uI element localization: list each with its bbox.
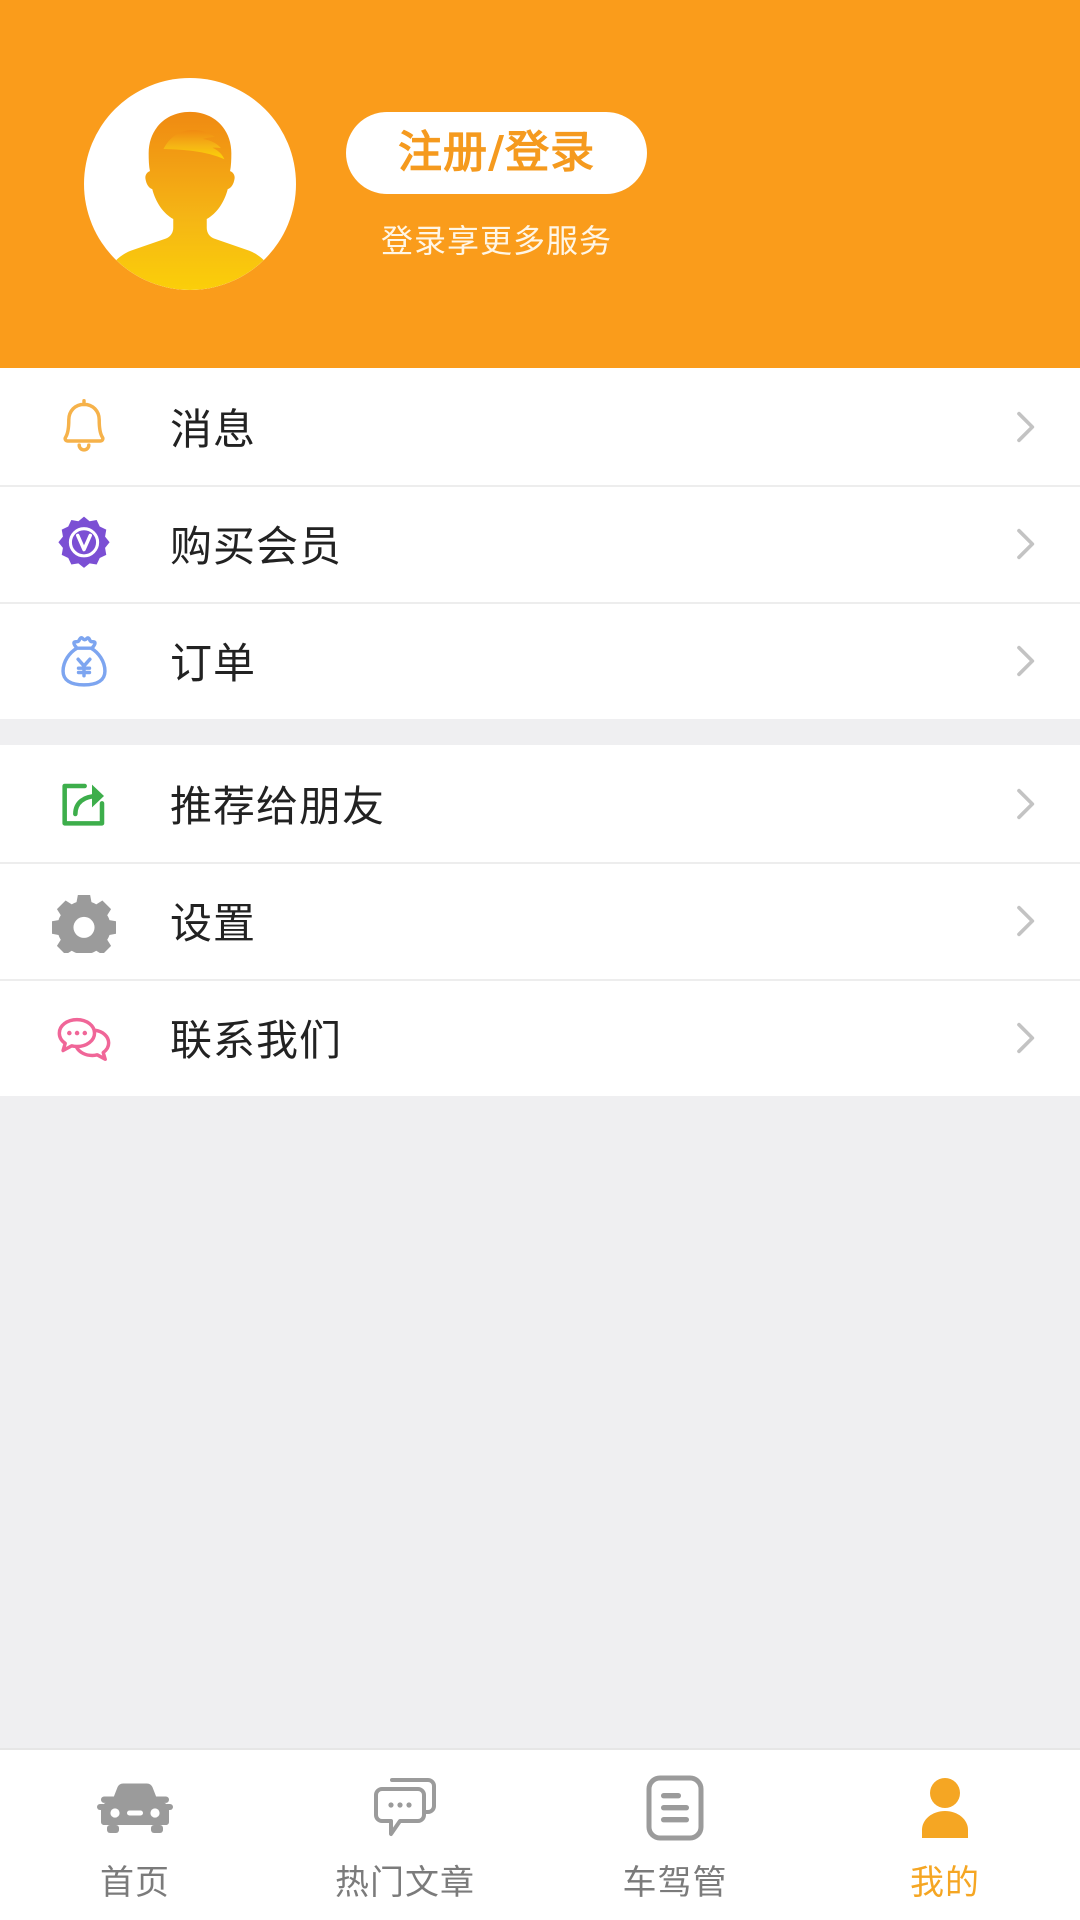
user-avatar-placeholder-icon bbox=[104, 111, 276, 290]
menu-item-contact-us[interactable]: 联系我们 bbox=[0, 979, 1080, 1096]
profile-screen: 注册/登录 登录享更多服务 消息 购买会员 订单 推荐给朋友 设置 联系我们 首… bbox=[0, 0, 1080, 1920]
tab-home[interactable]: 首页 bbox=[0, 1750, 270, 1920]
money-bag-icon bbox=[52, 629, 116, 693]
vip-badge-icon bbox=[52, 512, 116, 576]
gear-icon bbox=[52, 889, 116, 953]
car-icon bbox=[97, 1773, 173, 1843]
profile-header: 注册/登录 登录享更多服务 bbox=[0, 0, 1080, 368]
tab-hot-articles[interactable]: 热门文章 bbox=[270, 1750, 540, 1920]
menu-item-buy-membership[interactable]: 购买会员 bbox=[0, 485, 1080, 602]
chevron-right-icon bbox=[1004, 1018, 1044, 1058]
menu-item-label: 购买会员 bbox=[170, 522, 343, 571]
menu-item-label: 设置 bbox=[170, 899, 257, 948]
menu-item-label: 联系我们 bbox=[170, 1016, 343, 1065]
menu-item-label: 推荐给朋友 bbox=[170, 782, 386, 831]
menu-item-label: 订单 bbox=[170, 639, 257, 688]
tab-vehicle-admin[interactable]: 车驾管 bbox=[540, 1750, 810, 1920]
menu-group-divider bbox=[0, 719, 1080, 745]
chevron-right-icon bbox=[1004, 901, 1044, 941]
share-icon bbox=[52, 772, 116, 836]
register-login-button[interactable]: 注册/登录 bbox=[346, 111, 648, 195]
content-filler bbox=[0, 1096, 1080, 1748]
tab-label: 首页 bbox=[100, 1862, 170, 1903]
person-icon bbox=[915, 1773, 975, 1843]
tab-label: 车驾管 bbox=[622, 1862, 728, 1903]
menu-item-messages[interactable]: 消息 bbox=[0, 368, 1080, 485]
chat-bubbles-icon bbox=[52, 1006, 116, 1070]
bottom-tab-bar: 首页 热门文章 车驾管 我的 bbox=[0, 1748, 1080, 1920]
menu-group-account: 消息 购买会员 订单 bbox=[0, 368, 1080, 719]
header-login-area: 注册/登录 登录享更多服务 bbox=[346, 111, 648, 263]
bell-icon bbox=[52, 395, 116, 459]
tab-label: 热门文章 bbox=[335, 1862, 475, 1903]
document-icon bbox=[645, 1773, 705, 1843]
chevron-right-icon bbox=[1004, 641, 1044, 681]
chevron-right-icon bbox=[1004, 524, 1044, 564]
menu-item-orders[interactable]: 订单 bbox=[0, 602, 1080, 719]
menu-item-label: 消息 bbox=[170, 405, 257, 454]
avatar[interactable] bbox=[84, 78, 296, 290]
tab-label: 我的 bbox=[910, 1862, 980, 1903]
login-subtitle: 登录享更多服务 bbox=[381, 222, 613, 261]
tab-profile[interactable]: 我的 bbox=[810, 1750, 1080, 1920]
menu-group-general: 推荐给朋友 设置 联系我们 bbox=[0, 745, 1080, 1096]
chat-bubbles-icon bbox=[370, 1773, 440, 1843]
chevron-right-icon bbox=[1004, 784, 1044, 824]
chevron-right-icon bbox=[1004, 407, 1044, 447]
menu-item-settings[interactable]: 设置 bbox=[0, 862, 1080, 979]
menu-item-recommend-to-friends[interactable]: 推荐给朋友 bbox=[0, 745, 1080, 862]
